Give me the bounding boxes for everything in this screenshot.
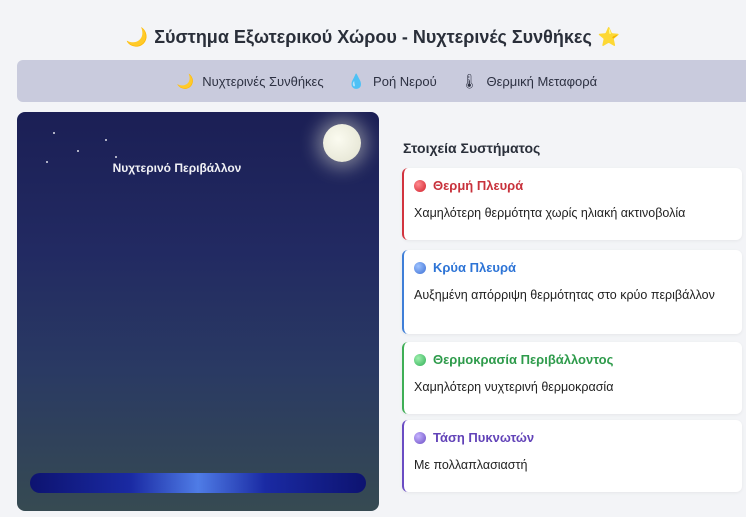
card-description: Χαμηλότερη θερμότητα χωρίς ηλιακή ακτινο… bbox=[414, 206, 686, 220]
nav-item-label: Θερμική Μεταφορά bbox=[486, 73, 598, 89]
blue-dot-icon bbox=[414, 261, 426, 274]
nav-item-label: Ροή Νερού bbox=[373, 73, 437, 89]
info-card-ambient-temperature: Θερμοκρασία Περιβάλλοντος Χαμηλότερη νυχ… bbox=[402, 342, 742, 414]
red-dot-icon bbox=[414, 179, 426, 192]
scene-label: Νυχτερινό Περιβάλλον bbox=[112, 161, 242, 175]
page-title-text: Σύστημα Εξωτερικού Χώρου - Νυχτερινές Συ… bbox=[154, 26, 592, 47]
card-title: Κρύα Πλευρά bbox=[433, 260, 516, 275]
nav-item-night-conditions[interactable]: 🌙 Νυχτερινές Συνθήκες bbox=[177, 73, 324, 90]
nav-bar: 🌙 Νυχτερινές Συνθήκες 💧 Ροή Νερού 🌡 Θερμ… bbox=[17, 60, 746, 102]
star-decoration bbox=[105, 139, 107, 141]
nav-item-label: Νυχτερινές Συνθήκες bbox=[202, 73, 324, 89]
star-decoration bbox=[77, 150, 79, 152]
green-dot-icon bbox=[414, 353, 426, 366]
panel-title: Στοιχεία Συστήματος bbox=[403, 140, 541, 156]
card-title: Θερμοκρασία Περιβάλλοντος bbox=[433, 352, 614, 367]
info-card-hot-side: Θερμή Πλευρά Χαμηλότερη θερμότητα χωρίς … bbox=[402, 168, 742, 240]
droplet-icon: 💧 bbox=[347, 72, 366, 89]
star-icon: ⭐ bbox=[597, 26, 621, 47]
moon-icon: 🌙 bbox=[176, 72, 195, 89]
star-decoration bbox=[53, 132, 55, 134]
moon-icon: 🌙 bbox=[125, 26, 149, 47]
nav-item-heat-transfer[interactable]: 🌡 Θερμική Μεταφορά bbox=[461, 73, 597, 90]
card-description: Χαμηλότερη νυχτερινή θερμοκρασία bbox=[414, 380, 614, 394]
info-card-cold-side: Κρύα Πλευρά Αυξημένη απόρριψη θερμότητας… bbox=[402, 250, 742, 334]
card-description: Αυξημένη απόρριψη θερμότητας στο κρύο πε… bbox=[414, 288, 715, 302]
nav-item-water-flow[interactable]: 💧 Ροή Νερού bbox=[348, 73, 437, 90]
info-card-capacitor-voltage: Τάση Πυκνωτών Με πολλαπλασιαστή bbox=[402, 420, 742, 492]
card-description: Με πολλαπλασιαστή bbox=[414, 458, 528, 472]
ground-bar bbox=[30, 473, 366, 493]
purple-dot-icon bbox=[414, 431, 426, 444]
thermometer-icon: 🌡 bbox=[460, 72, 479, 89]
star-decoration bbox=[115, 156, 117, 158]
card-title: Θερμή Πλευρά bbox=[433, 178, 524, 193]
night-scene: Νυχτερινό Περιβάλλον bbox=[17, 112, 379, 511]
moon-icon bbox=[323, 124, 361, 162]
page-title: 🌙 Σύστημα Εξωτερικού Χώρου - Νυχτερινές … bbox=[0, 22, 746, 52]
card-title: Τάση Πυκνωτών bbox=[433, 430, 535, 445]
